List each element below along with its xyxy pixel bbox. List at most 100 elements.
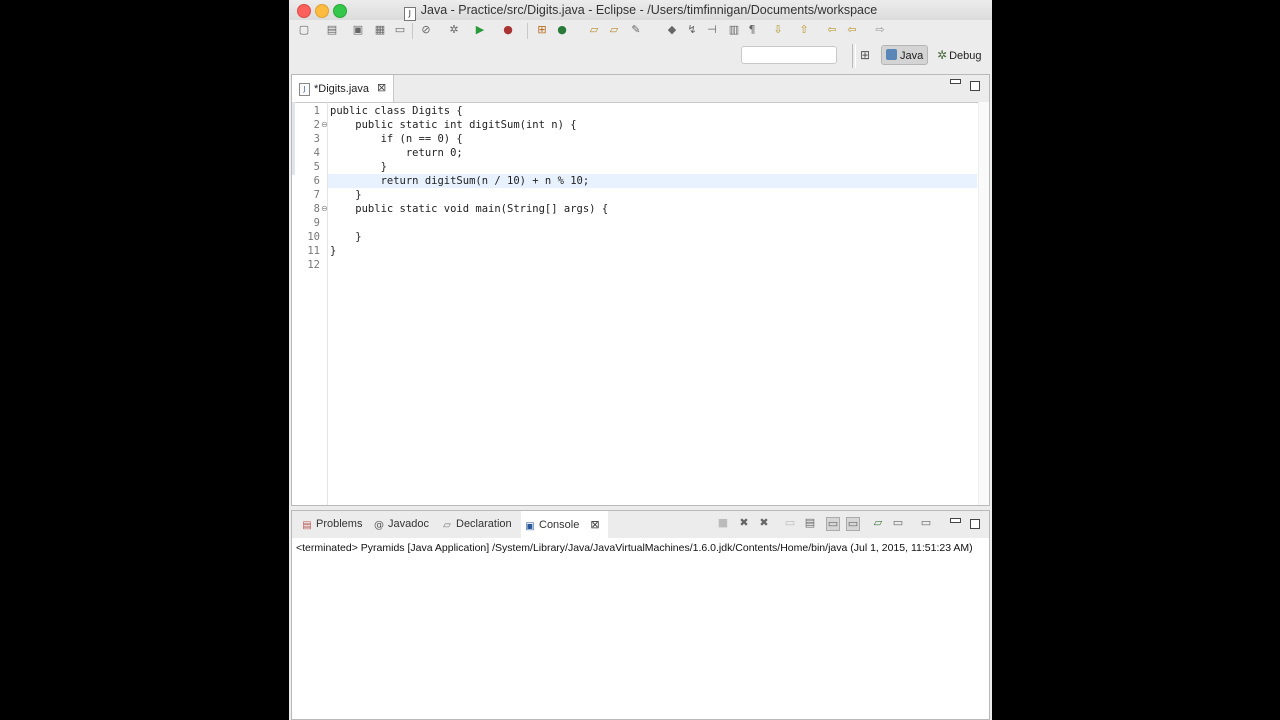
declaration-icon: ▱ [443,520,451,531]
maximize-editor-button[interactable] [970,81,980,91]
vertical-scrollbar[interactable] [978,102,989,505]
console-pane: ▤ Problems @ Javadoc ▱ Declaration ▣ Console… [291,510,990,720]
pin-console-icon[interactable]: ▱ [872,517,884,529]
tab-problems-label: Problems [316,518,363,530]
line-number: 9 [313,217,320,229]
external-tools-icon[interactable]: ● [501,23,515,37]
mark-occurrences-icon[interactable]: ◆ [665,23,679,37]
perspective-divider [852,44,856,68]
eclipse-window: J Java - Practice/src/Digits.java - Eclip… [289,0,992,720]
tab-label: *Digits.java [314,83,370,95]
code-line: public static void main(String[] args) { [330,203,609,215]
debug-perspective-label: Debug [949,50,982,62]
line-number: 7 [313,189,320,201]
code-line: public static int digitSum(int n) { [330,119,577,131]
tab-digits-java[interactable]: J *Digits.java ⊠ [292,75,394,102]
new-icon[interactable]: ▢ [297,23,311,37]
console-icon: ▣ [525,521,535,532]
line-number-gutter: 1 2 ⊖ 3 4 5 6 7 8 ⊖ 9 10 11 12 [295,102,328,505]
line-number: 10 [307,231,320,243]
debug-perspective-button[interactable]: ✲ Debug [933,45,985,65]
show-on-stderr-icon[interactable]: ▭ [846,517,860,531]
tab-declaration[interactable]: ▱ Declaration [438,511,516,538]
line-number: 2 [313,119,320,131]
scroll-lock-icon[interactable]: ▤ [804,517,816,529]
fold-icon[interactable]: ⊖ [321,118,328,132]
show-whitespace-icon[interactable]: ¶ [745,23,759,37]
at-icon: @ [374,520,384,531]
bottom-tab-bar: ▤ Problems @ Javadoc ▱ Declaration ▣ Console… [292,511,989,538]
quick-access-input[interactable] [741,46,837,64]
open-type-icon[interactable]: ▱ [587,23,601,37]
new-java-class-icon[interactable]: ● [555,23,569,37]
display-console-icon[interactable]: ▭ [892,517,904,529]
open-task-icon[interactable]: ▱ [607,23,621,37]
annotation-icon[interactable]: ↯ [685,23,699,37]
open-perspective-icon[interactable]: ⊞ [860,48,874,62]
java-perspective-icon [886,49,897,60]
toolbar-separator [412,23,413,39]
tab-declaration-label: Declaration [456,518,512,530]
toggle-breadcrumb-icon[interactable]: ⊣ [705,23,719,37]
java-file-icon: J [299,83,310,96]
skip-breakpoints-icon[interactable]: ⊘ [419,23,433,37]
clear-console-icon[interactable]: ▭ [784,517,796,529]
show-on-stdout-icon[interactable]: ▭ [826,517,840,531]
console-status: <terminated> Pyramids [Java Application]… [296,542,973,554]
open-console-icon[interactable]: ▭ [920,517,932,529]
tab-problems[interactable]: ▤ Problems [298,511,366,538]
line-number: 11 [307,245,320,257]
java-perspective-label: Java [900,50,924,62]
line-number: 8 [313,203,320,215]
window-title: J Java - Practice/src/Digits.java - Eclip… [289,3,992,21]
code-line: return 0; [330,147,463,159]
code-line: } [330,245,337,257]
run-icon[interactable]: ▶ [473,23,487,37]
save-all-icon[interactable]: ▦ [373,23,387,37]
new-package-icon[interactable]: ▤ [325,23,339,37]
back-dropdown-icon[interactable]: ⇦ [845,23,859,37]
back-icon[interactable]: ⇦ [825,23,839,37]
toolbar-separator [527,23,528,39]
code-line: return digitSum(n / 10) + n % 10; [330,175,590,187]
editor-tab-bar: J *Digits.java ⊠ [292,75,989,103]
line-number: 1 [313,105,320,117]
close-icon[interactable]: ⊠ [590,518,599,531]
main-toolbar: ▢ ▤ ▣ ▦ ▭ ⊘ ✲ ▶ ● ⊞ ● ▱ ▱ ✎ ◆ ↯ ⊣ ▥ ¶ ⇩ … [289,20,992,42]
code-editor[interactable]: 1 2 ⊖ 3 4 5 6 7 8 ⊖ 9 10 11 12 public cl… [292,102,989,505]
remove-launch-icon[interactable]: ✖ [738,517,750,529]
fold-icon[interactable]: ⊖ [321,202,328,216]
print-icon[interactable]: ▭ [393,23,407,37]
line-number: 6 [313,175,320,187]
editor-pane: J *Digits.java ⊠ 1 2 ⊖ 3 4 5 6 7 8 ⊖ 9 1… [291,74,990,506]
code-line: public class Digits { [330,105,463,117]
tab-console[interactable]: ▣ Console ⊠ [521,511,608,538]
debug-icon[interactable]: ✲ [447,23,461,37]
tab-javadoc[interactable]: @ Javadoc [370,511,433,538]
tab-javadoc-label: Javadoc [388,518,429,530]
next-annotation-icon[interactable]: ⇩ [771,23,785,37]
block-selection-icon[interactable]: ▥ [727,23,741,37]
code-line: if (n == 0) { [330,133,463,145]
terminate-icon[interactable]: ■ [717,517,729,529]
save-icon[interactable]: ▣ [351,23,365,37]
previous-annotation-icon[interactable]: ⇧ [797,23,811,37]
search-icon[interactable]: ✎ [629,23,643,37]
problems-icon: ▤ [302,520,312,531]
maximize-console-button[interactable] [970,519,980,529]
line-number: 5 [313,161,320,173]
java-perspective-button[interactable]: Java [881,45,929,65]
perspective-bar: ⊞ Java ✲ Debug [289,42,992,72]
code-line: } [330,161,387,173]
line-number: 4 [313,147,320,159]
forward-icon[interactable]: ⇨ [873,23,887,37]
java-file-icon: J [403,7,416,21]
new-java-project-icon[interactable]: ⊞ [535,23,549,37]
minimize-console-button[interactable] [950,518,961,523]
bug-icon: ✲ [937,48,948,62]
minimize-editor-button[interactable] [950,79,961,84]
code-line: } [330,231,362,243]
close-icon[interactable]: ⊠ [377,81,386,94]
remove-all-launches-icon[interactable]: ✖ [758,517,770,529]
code-line: } [330,189,362,201]
